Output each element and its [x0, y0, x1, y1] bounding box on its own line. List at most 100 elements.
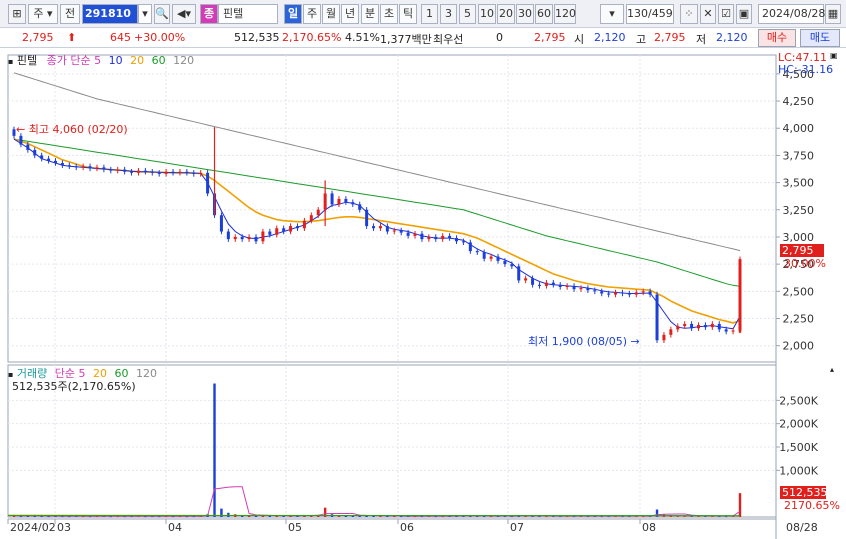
candle-body [627, 293, 631, 295]
candle-body [123, 169, 127, 172]
candle-body [206, 172, 210, 194]
interval-3[interactable]: 3 [440, 4, 457, 24]
volume-bar [19, 516, 23, 518]
date-field[interactable]: 2024/08/28 [758, 4, 825, 24]
chevron-down-icon[interactable]: ▾ [138, 4, 152, 24]
current-price: 2,795 [22, 31, 54, 44]
candle-body [503, 260, 507, 265]
candle-body [337, 198, 341, 205]
search-icon[interactable]: 🔍 [154, 4, 170, 24]
candle-body [710, 323, 714, 328]
save-icon[interactable]: ▣ [736, 4, 752, 24]
candle-body [399, 230, 403, 233]
candle-body [358, 204, 362, 210]
candle-body [427, 236, 431, 240]
period-second-tab[interactable]: 초 [380, 4, 398, 24]
ma60-legend: 60 [151, 54, 166, 67]
type-select[interactable]: 주 ▾ [28, 4, 58, 24]
bar-count[interactable]: 130/459 [626, 4, 674, 24]
price-legend: ▪ 핀텔 종가 단순 5 10 20 60 120 [8, 52, 194, 68]
high-note: 최고 4,060 (02/20) [28, 123, 128, 136]
price-change-pct: +30.00% [134, 31, 186, 44]
speaker-icon[interactable]: ◀▾ [172, 4, 196, 24]
period-day-tab[interactable]: 일 [284, 4, 302, 24]
period-tick-tab[interactable]: 틱 [399, 4, 417, 24]
interval-60[interactable]: 60 [535, 4, 553, 24]
price-layer [12, 72, 742, 343]
volume-layer [7, 383, 742, 518]
candle-body [268, 231, 272, 235]
candle-body [697, 325, 701, 329]
x-tick-label: 06 [400, 521, 414, 534]
candle-body [662, 334, 666, 341]
right-arrow-icon: → [630, 335, 640, 348]
candle-body [143, 170, 147, 172]
window-icon[interactable]: ⊞ [8, 4, 26, 24]
ma120-line [13, 72, 741, 252]
chart-area[interactable]: 2,000 2,250 2,500 2,750 3,000 3,250 3,500 3,750… [0, 49, 846, 539]
candle-body [690, 323, 694, 329]
high-label: 고 [636, 33, 647, 46]
candle-body [537, 284, 541, 286]
checkbox-icon[interactable]: ☑ [718, 4, 734, 24]
interval-10[interactable]: 10 [478, 4, 496, 24]
interval-select[interactable]: ▾ [600, 4, 624, 24]
candle-body [614, 292, 618, 295]
ma5-line [13, 138, 741, 330]
volume-bar [213, 383, 216, 517]
price-change: 645 [110, 31, 131, 44]
priority-price: 2,795 [534, 31, 566, 44]
stock-name-field[interactable]: 핀텔 [218, 4, 278, 24]
period-week-tab[interactable]: 주 [303, 4, 321, 24]
ma5-legend: 5 [94, 54, 102, 67]
candle-body [226, 231, 230, 240]
crosshair-icon[interactable]: ✕ [700, 4, 716, 24]
open-label: 시 [574, 33, 585, 46]
grid-icon[interactable]: ⁘ [680, 4, 698, 24]
candle-body [731, 330, 735, 332]
candle-body [392, 230, 396, 232]
collapse-icon[interactable]: ▴ [830, 365, 834, 374]
candle-body [600, 291, 604, 294]
period-year-tab[interactable]: 년 [341, 4, 359, 24]
interval-5[interactable]: 5 [459, 4, 476, 24]
period-minute-tab[interactable]: 분 [361, 4, 379, 24]
buy-button[interactable]: 매수 [758, 29, 796, 47]
candle-body [130, 171, 134, 173]
expand-icon[interactable]: ▣ [830, 51, 838, 60]
candle-body [178, 171, 182, 173]
candle-body [282, 228, 286, 232]
candle-body [724, 329, 728, 332]
vma120-legend: 120 [136, 367, 158, 380]
interval-30[interactable]: 30 [516, 4, 534, 24]
last-volume-tag: 512,535 [780, 486, 828, 499]
sell-button[interactable]: 매도 [800, 29, 840, 47]
calendar-icon[interactable]: ▦ [825, 4, 841, 24]
candle-body [164, 171, 168, 174]
candle-body [544, 282, 548, 286]
left-arrow-icon: ← [16, 123, 26, 136]
price-tick-label: 2,500 [783, 285, 815, 298]
candle-body [240, 236, 244, 240]
candle-body [275, 228, 279, 235]
interval-1[interactable]: 1 [421, 4, 438, 24]
market-button[interactable]: 전 [60, 4, 80, 24]
up-arrow-icon: ⬆ [67, 31, 77, 44]
candle-body [199, 172, 203, 174]
candle-body [102, 167, 106, 170]
interval-20[interactable]: 20 [497, 4, 515, 24]
stock-code-input[interactable]: 291810 [82, 4, 138, 24]
candle-body [74, 166, 78, 168]
interval-120[interactable]: 120 [554, 4, 576, 24]
quote-bar: 2,795 ⬆ 645 +30.00% 512,535 2,170.65% 4.… [0, 28, 846, 48]
candle-body [47, 158, 51, 161]
priority-value: 0 [496, 31, 503, 44]
period-month-tab[interactable]: 월 [322, 4, 340, 24]
candle-body [40, 155, 44, 159]
candle-body [351, 202, 355, 205]
last-pct-value: 30.00% [784, 257, 826, 270]
candle-body [254, 236, 258, 242]
candle-body [185, 171, 189, 173]
candle-body [551, 282, 555, 285]
divider [279, 4, 283, 24]
